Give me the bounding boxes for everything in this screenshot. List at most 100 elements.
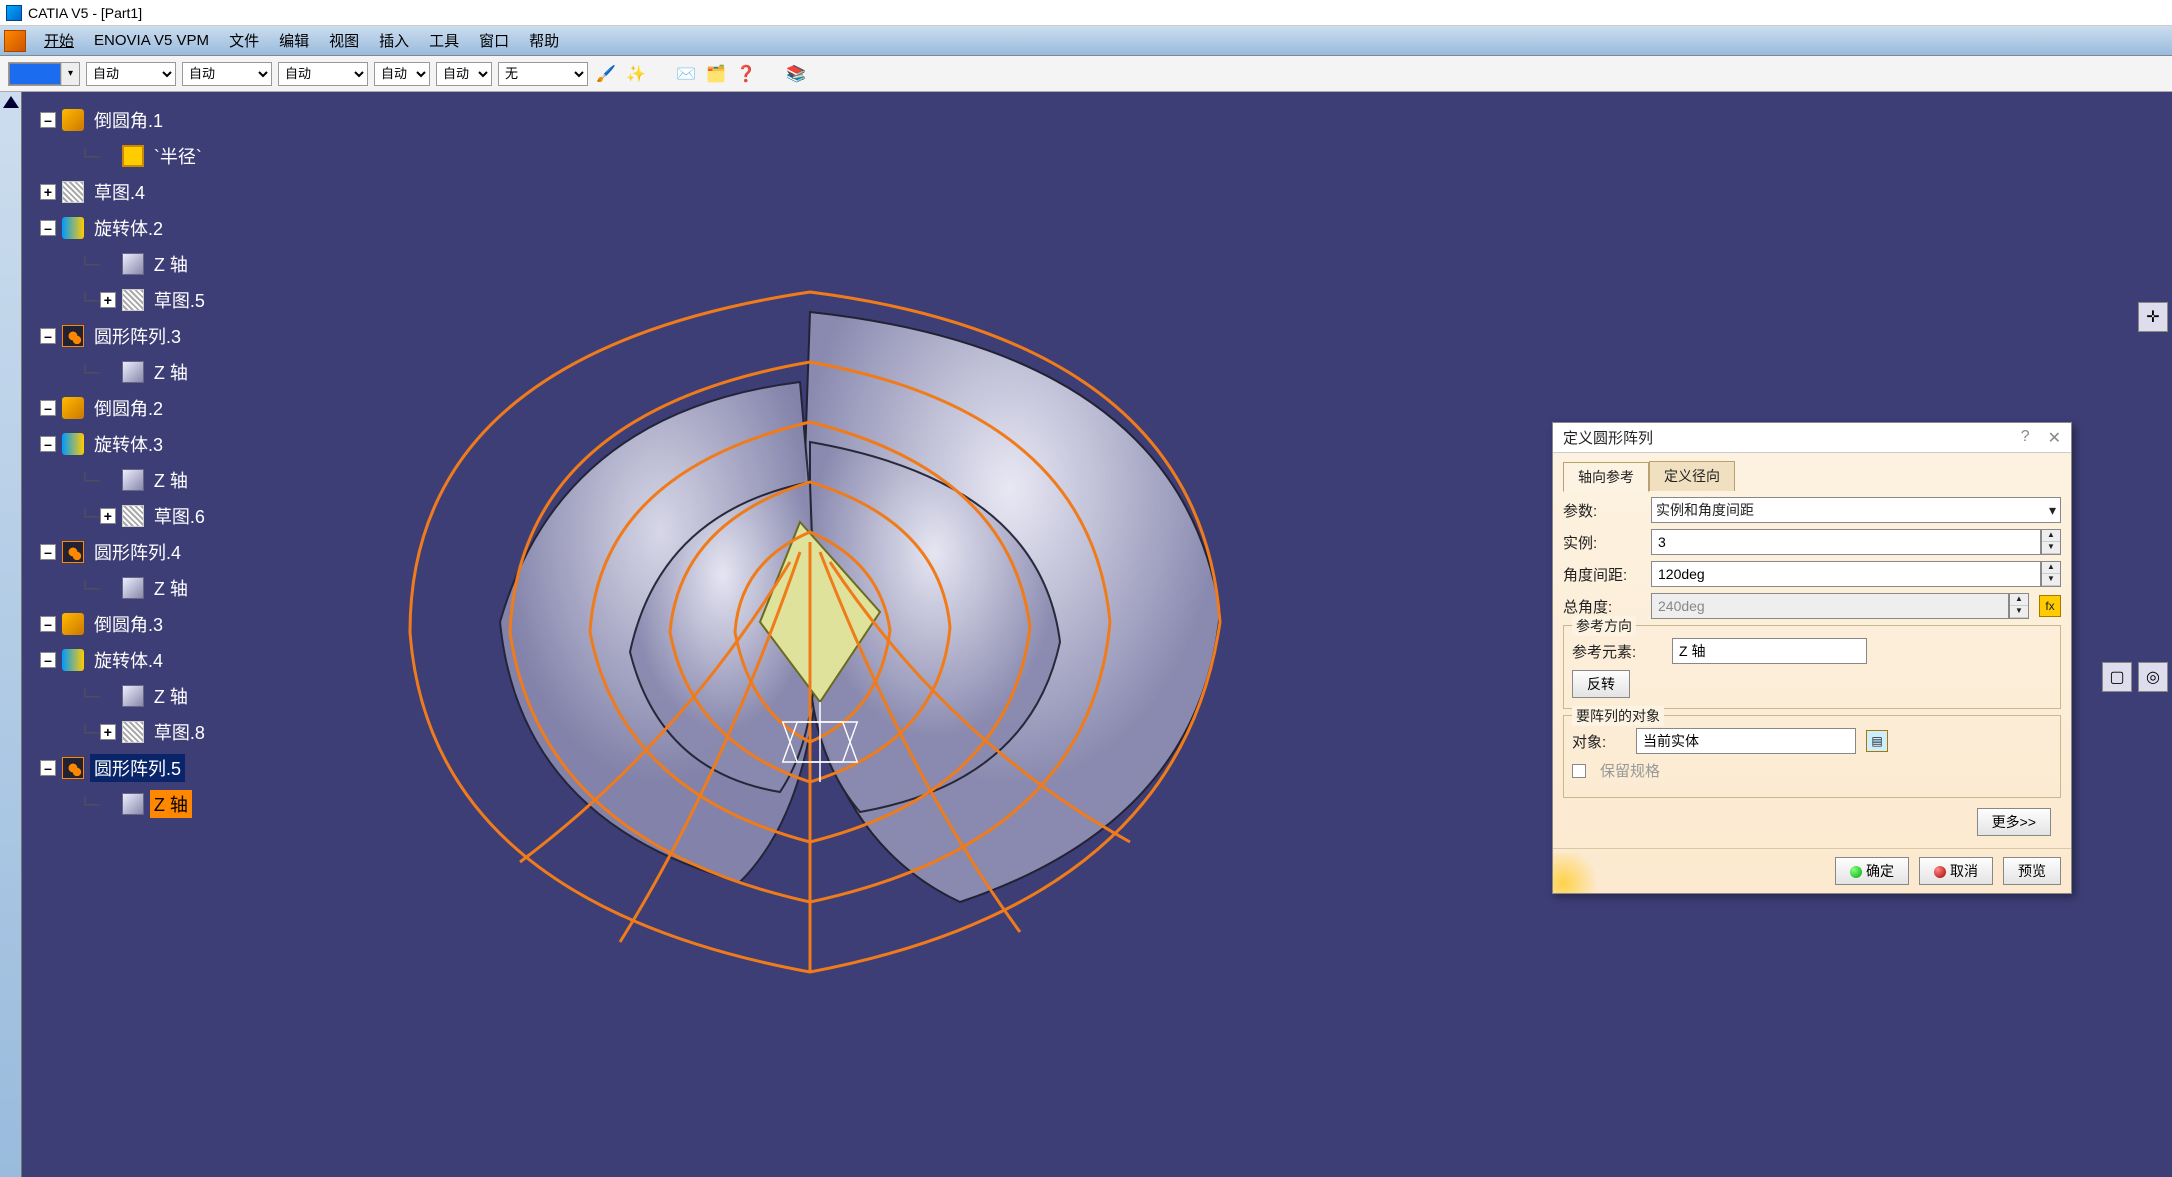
expand-toggle[interactable]: – <box>40 652 56 668</box>
tree-node[interactable]: └─ Z 轴 <box>40 678 209 714</box>
layers-icon[interactable]: 🗂️ <box>704 62 728 86</box>
expand-toggle[interactable]: + <box>100 508 116 524</box>
expand-toggle[interactable]: + <box>100 292 116 308</box>
combo-6[interactable]: 无 <box>498 62 588 86</box>
params-combo[interactable]: 实例和角度间距▾ <box>1651 497 2061 523</box>
help-icon[interactable]: ? <box>2021 428 2030 448</box>
up-triangle-icon[interactable] <box>3 96 19 108</box>
tree-node[interactable]: └─ Z 轴 <box>40 354 209 390</box>
node-icon <box>62 181 84 203</box>
menu-enovia[interactable]: ENOVIA V5 VPM <box>84 30 219 51</box>
menu-tools[interactable]: 工具 <box>419 28 469 53</box>
tree-node[interactable]: –倒圆角.3 <box>40 606 209 642</box>
menu-view[interactable]: 视图 <box>319 28 369 53</box>
tree-node[interactable]: –倒圆角.2 <box>40 390 209 426</box>
compass-icon[interactable]: ✛ <box>2138 302 2168 332</box>
expand-toggle[interactable]: – <box>40 616 56 632</box>
params-value: 实例和角度间距 <box>1656 500 1754 520</box>
tree-node[interactable]: └─ Z 轴 <box>40 786 209 822</box>
node-icon <box>62 217 84 239</box>
tree-node[interactable]: └─ `半径` <box>40 138 209 174</box>
combo-3[interactable]: 自动 <box>278 62 368 86</box>
formula-icon[interactable]: fx <box>2039 595 2061 617</box>
menu-insert[interactable]: 插入 <box>369 28 419 53</box>
menu-edit[interactable]: 编辑 <box>269 28 319 53</box>
expand-toggle[interactable]: – <box>40 760 56 776</box>
tree-node[interactable]: └─ Z 轴 <box>40 462 209 498</box>
box-icon[interactable]: ▢ <box>2102 662 2132 692</box>
node-label: 旋转体.4 <box>90 646 167 674</box>
color-picker[interactable]: ▾ <box>8 62 80 86</box>
tree-node[interactable]: – 圆形阵列.3 <box>40 318 209 354</box>
window-title: CATIA V5 - [Part1] <box>28 5 142 21</box>
color-swatch <box>9 63 61 85</box>
tab-axial-ref[interactable]: 轴向参考 <box>1563 462 1649 492</box>
whatsthis-icon[interactable]: ❓ <box>734 62 758 86</box>
app-menu-icon[interactable] <box>4 30 26 52</box>
dialog-titlebar[interactable]: 定义圆形阵列 ? ✕ <box>1553 423 2071 453</box>
menu-start[interactable]: 开始 <box>34 28 84 53</box>
app-icon <box>6 5 22 21</box>
chevron-down-icon[interactable]: ▾ <box>61 63 79 85</box>
expand-toggle[interactable]: – <box>40 544 56 560</box>
expand-toggle[interactable]: – <box>40 436 56 452</box>
instances-spinner[interactable]: ▲▼ <box>2041 529 2061 555</box>
expand-toggle[interactable]: + <box>100 724 116 740</box>
expand-toggle[interactable]: – <box>40 400 56 416</box>
tree-node[interactable]: └─ +草图.5 <box>40 282 209 318</box>
tree-node[interactable]: └─ +草图.6 <box>40 498 209 534</box>
tab-define-radial[interactable]: 定义径向 <box>1649 461 1735 491</box>
tree-node[interactable]: –圆形阵列.4 <box>40 534 209 570</box>
combo-5[interactable]: 自动 <box>436 62 492 86</box>
cancel-button[interactable]: 取消 <box>1919 857 1993 885</box>
expand-toggle[interactable]: – <box>40 220 56 236</box>
combo-1[interactable]: 自动 <box>86 62 176 86</box>
combo-4[interactable]: 自动 <box>374 62 430 86</box>
keep-spec-checkbox[interactable] <box>1572 764 1586 778</box>
3d-viewport[interactable] <box>260 182 1360 1082</box>
mail-icon[interactable]: ✉️ <box>674 62 698 86</box>
expand-toggle[interactable]: – <box>40 328 56 344</box>
ok-button[interactable]: 确定 <box>1835 857 1909 885</box>
tree-node[interactable]: –圆形阵列.5 <box>40 750 209 786</box>
tree-node[interactable]: –旋转体.2 <box>40 210 209 246</box>
node-icon <box>122 145 144 167</box>
title-bar: CATIA V5 - [Part1] <box>0 0 2172 26</box>
target-icon[interactable]: ◎ <box>2138 662 2168 692</box>
workspace[interactable]: –倒圆角.1└─ `半径`+草图.4–旋转体.2└─ Z 轴└─ +草图.5–圆… <box>0 92 2172 1177</box>
left-gutter[interactable] <box>0 92 22 1177</box>
node-label: 圆形阵列.3 <box>90 322 185 350</box>
node-icon <box>62 397 84 419</box>
more-button[interactable]: 更多>> <box>1977 808 2051 836</box>
paint-icon[interactable]: 🖌️ <box>594 62 618 86</box>
object-input[interactable] <box>1636 728 1856 754</box>
angle-spacing-input[interactable] <box>1651 561 2041 587</box>
tree-node[interactable]: – 旋转体.4 <box>40 642 209 678</box>
menu-file[interactable]: 文件 <box>219 28 269 53</box>
spec-tree[interactable]: –倒圆角.1└─ `半径`+草图.4–旋转体.2└─ Z 轴└─ +草图.5–圆… <box>40 102 209 822</box>
expand-toggle[interactable]: – <box>40 112 56 128</box>
tree-node[interactable]: –倒圆角.1 <box>40 102 209 138</box>
combo-2[interactable]: 自动 <box>182 62 272 86</box>
node-icon <box>62 757 84 779</box>
angle-spacing-spinner[interactable]: ▲▼ <box>2041 561 2061 587</box>
menu-window[interactable]: 窗口 <box>469 28 519 53</box>
tree-node[interactable]: └─ Z 轴 <box>40 570 209 606</box>
node-label: Z 轴 <box>150 790 192 818</box>
catalog-icon[interactable]: 📚 <box>784 62 808 86</box>
tree-node[interactable]: └─ +草图.8 <box>40 714 209 750</box>
preview-button[interactable]: 预览 <box>2003 857 2061 885</box>
object-pick-icon[interactable]: ▤ <box>1866 730 1888 752</box>
wand-icon[interactable]: ✨ <box>624 62 648 86</box>
reverse-button[interactable]: 反转 <box>1572 670 1630 698</box>
node-icon <box>122 253 144 275</box>
close-icon[interactable]: ✕ <box>2048 428 2061 448</box>
tree-node[interactable]: └─ Z 轴 <box>40 246 209 282</box>
dialog-footer: 确定 取消 预览 <box>1553 848 2071 893</box>
tree-node[interactable]: +草图.4 <box>40 174 209 210</box>
menu-help[interactable]: 帮助 <box>519 28 569 53</box>
expand-toggle[interactable]: + <box>40 184 56 200</box>
tree-node[interactable]: –旋转体.3 <box>40 426 209 462</box>
instances-input[interactable] <box>1651 529 2041 555</box>
ref-elem-input[interactable] <box>1672 638 1867 664</box>
